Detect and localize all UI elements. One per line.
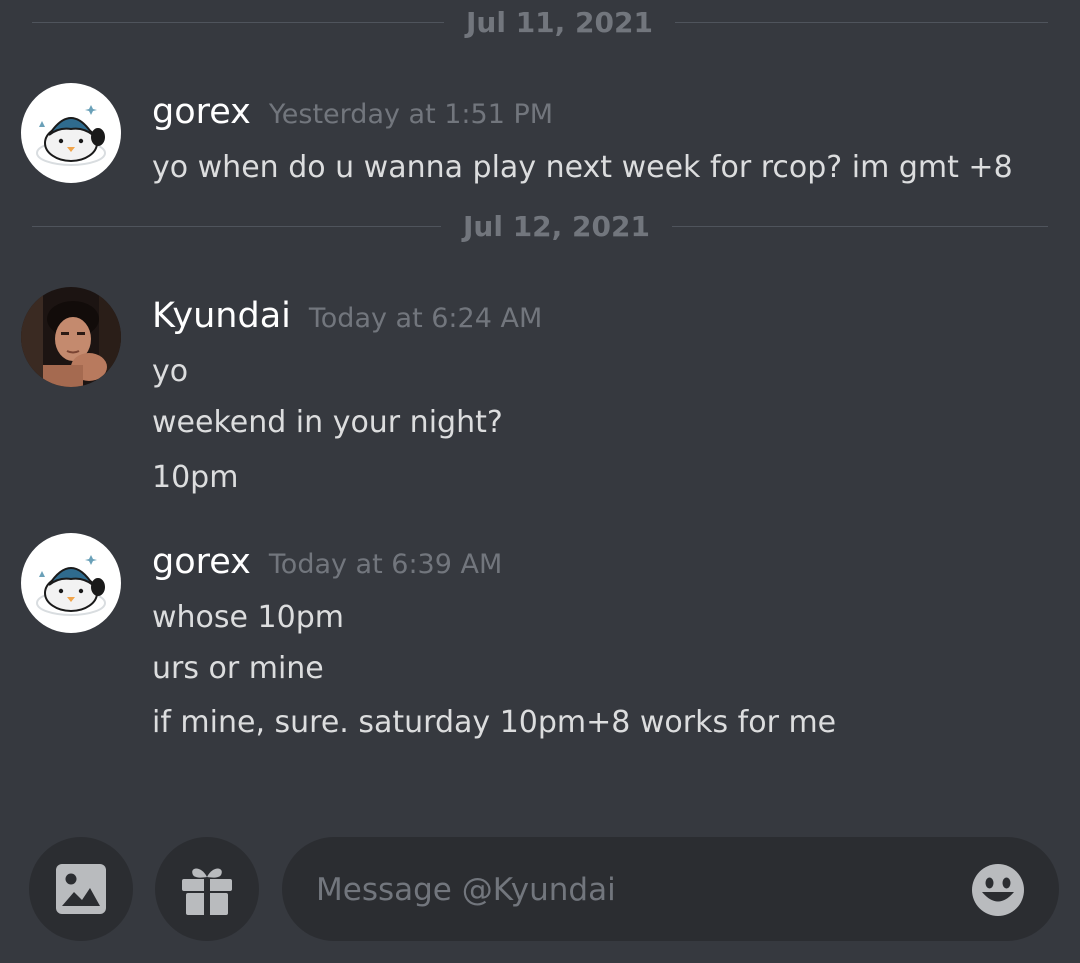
message-text: yo when do u wanna play next week for rc… bbox=[152, 150, 1013, 185]
message-header: Kyundai Today at 6:24 AM bbox=[152, 296, 542, 336]
avatar[interactable] bbox=[21, 533, 121, 633]
penguin-avatar-icon bbox=[21, 83, 121, 183]
emoji-button[interactable] bbox=[971, 863, 1025, 917]
gift-icon bbox=[182, 868, 232, 915]
message-text: yo bbox=[152, 354, 189, 389]
avatar[interactable] bbox=[21, 83, 121, 183]
photo-avatar-icon bbox=[21, 287, 121, 387]
timestamp: Today at 6:39 AM bbox=[268, 549, 503, 580]
message-text: 10pm bbox=[152, 460, 239, 495]
message-input[interactable] bbox=[314, 859, 938, 921]
username[interactable]: Kyundai bbox=[152, 296, 291, 336]
avatar[interactable] bbox=[21, 287, 121, 387]
message-composer bbox=[282, 837, 1059, 941]
timestamp: Today at 6:24 AM bbox=[308, 303, 543, 334]
emoji-icon bbox=[972, 864, 1024, 916]
username[interactable]: gorex bbox=[152, 542, 251, 582]
penguin-avatar-icon bbox=[21, 533, 121, 633]
image-icon bbox=[56, 864, 106, 914]
timestamp: Yesterday at 1:51 PM bbox=[268, 99, 554, 130]
gift-button[interactable] bbox=[155, 837, 259, 941]
date-divider-label: Jul 12, 2021 bbox=[441, 210, 672, 244]
message-text: if mine, sure. saturday 10pm+8 works for… bbox=[152, 705, 837, 740]
date-divider-label: Jul 11, 2021 bbox=[444, 6, 675, 40]
message-text: weekend in your night? bbox=[152, 405, 503, 440]
message-header: gorex Today at 6:39 AM bbox=[152, 542, 502, 582]
username[interactable]: gorex bbox=[152, 92, 251, 132]
message-header: gorex Yesterday at 1:51 PM bbox=[152, 92, 553, 132]
message-text: urs or mine bbox=[152, 651, 324, 686]
message-text: whose 10pm bbox=[152, 600, 344, 635]
attach-image-button[interactable] bbox=[29, 837, 133, 941]
